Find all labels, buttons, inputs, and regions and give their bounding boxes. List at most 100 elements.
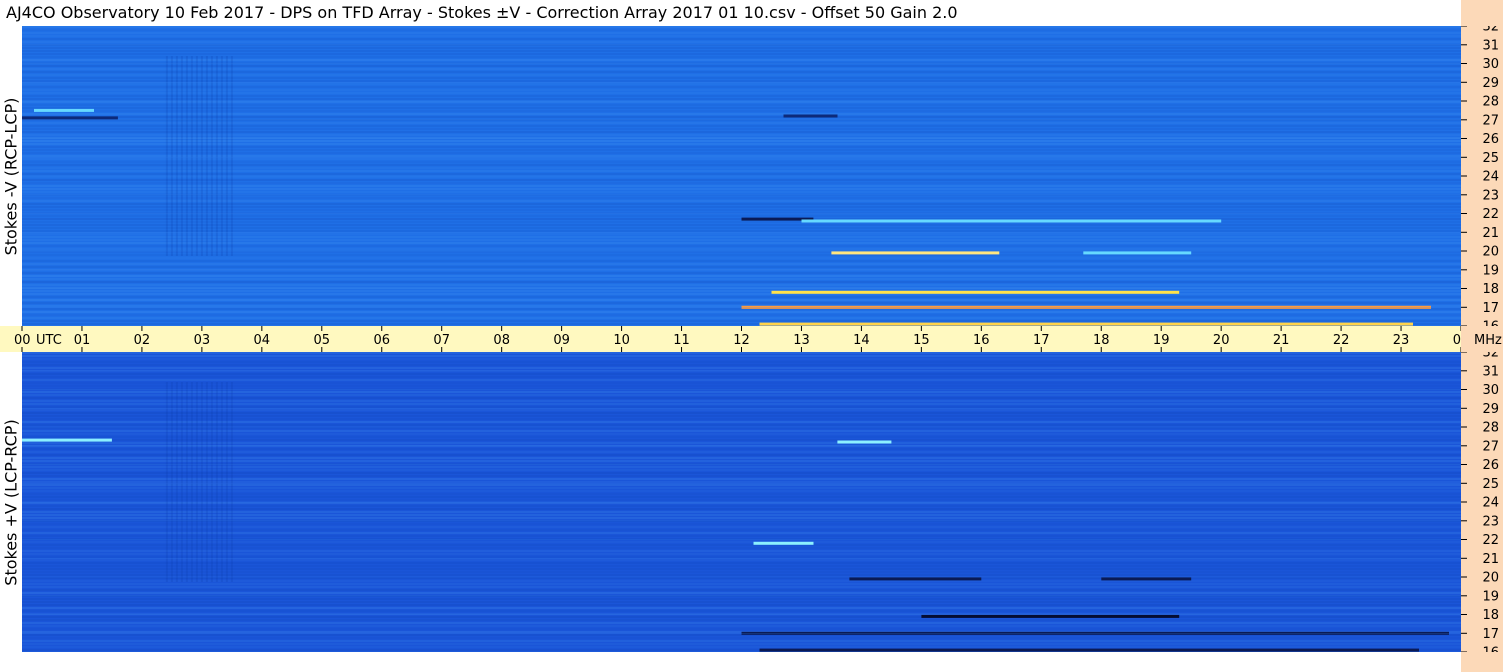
texture-row [22, 239, 1461, 241]
texture-row [22, 592, 1461, 594]
texture-row [22, 382, 1461, 384]
texture-row [22, 496, 1461, 498]
texture-row [22, 278, 1461, 280]
texture-row [22, 442, 1461, 444]
frequency-tick-label: 22 [1482, 533, 1499, 548]
emission-band [849, 577, 982, 581]
texture-row [22, 41, 1461, 43]
texture-row [22, 391, 1461, 393]
texture-row [22, 161, 1461, 163]
texture-row [22, 589, 1461, 591]
texture-row [22, 302, 1461, 304]
frequency-tick-label: 19 [1482, 589, 1499, 604]
time-tick-label: 21 [1273, 333, 1290, 348]
texture-row [22, 152, 1461, 154]
texture-row [22, 619, 1461, 621]
frequency-tick-label: 16 [1482, 646, 1499, 653]
texture-row [22, 511, 1461, 513]
texture-row [22, 146, 1461, 148]
frequency-tick-label: 30 [1482, 57, 1499, 72]
emission-band [753, 541, 814, 545]
time-tick-label: 10 [613, 333, 630, 348]
texture-row [22, 526, 1461, 528]
texture-row [22, 77, 1461, 79]
texture-row [22, 601, 1461, 603]
frequency-tick-label: 26 [1482, 132, 1499, 147]
emission-band [22, 116, 118, 120]
frequency-tick-label: 17 [1482, 627, 1499, 642]
texture-row [22, 158, 1461, 160]
texture-row [22, 394, 1461, 396]
texture-row [22, 505, 1461, 507]
texture-row [22, 433, 1461, 435]
texture-row [22, 607, 1461, 609]
texture-column [200, 382, 203, 582]
texture-row [22, 35, 1461, 37]
texture-row [22, 206, 1461, 208]
frequency-tick-label: 29 [1482, 76, 1499, 91]
chart-title: AJ4CO Observatory 10 Feb 2017 - DPS on T… [0, 0, 1461, 26]
texture-column [225, 56, 228, 256]
bottom-frequency-axis-svg: 32 31 30 29 28 27 26 25 24 23 22 21 20 19 18 17 16 [1461, 346, 1499, 661]
texture-column [230, 382, 233, 582]
emission-band [801, 219, 1222, 223]
texture-row [22, 254, 1461, 256]
texture-row [22, 131, 1461, 133]
time-tick-label: 09 [553, 333, 570, 348]
texture-row [22, 215, 1461, 217]
texture-row [22, 263, 1461, 265]
texture-row [22, 245, 1461, 247]
texture-row [22, 248, 1461, 250]
time-tick-label: 00 [14, 333, 31, 348]
frequency-tick-label: 22 [1482, 207, 1499, 222]
top-panel-label-text: Stokes -V (RCP-LCP) [1, 97, 21, 255]
texture-row [22, 568, 1461, 570]
texture-row [22, 230, 1461, 232]
texture-row [22, 59, 1461, 61]
emission-band [771, 290, 1180, 294]
stokes-plus-v-spectrogram [22, 352, 1461, 652]
time-tick-label: 16 [973, 333, 990, 348]
time-tick-label: 19 [1153, 333, 1170, 348]
frequency-unit-label: MHz [1474, 333, 1502, 348]
time-tick-label: 00 [1453, 333, 1461, 348]
texture-row [22, 517, 1461, 519]
frequency-tick-label: 28 [1482, 95, 1499, 110]
texture-column [225, 382, 228, 582]
texture-row [22, 562, 1461, 564]
texture-row [22, 89, 1461, 91]
texture-column [185, 56, 188, 256]
texture-column [200, 56, 203, 256]
texture-row [22, 364, 1461, 366]
texture-row [22, 466, 1461, 468]
time-tick-label: 03 [194, 333, 211, 348]
time-tick-label: 01 [74, 333, 91, 348]
time-tick-label: 11 [673, 333, 690, 348]
texture-row [22, 355, 1461, 357]
emission-band [1083, 251, 1192, 255]
texture-column [215, 56, 218, 256]
texture-row [22, 68, 1461, 70]
frequency-tick-label: 20 [1482, 245, 1499, 260]
texture-row [22, 514, 1461, 516]
texture-row [22, 439, 1461, 441]
texture-row [22, 182, 1461, 184]
texture-row [22, 140, 1461, 142]
time-tick-label: 13 [793, 333, 810, 348]
texture-column [180, 382, 183, 582]
texture-row [22, 367, 1461, 369]
frequency-tick-label: 32 [1482, 352, 1499, 361]
texture-row [22, 299, 1461, 301]
texture-row [22, 284, 1461, 286]
texture-row [22, 484, 1461, 486]
texture-row [22, 149, 1461, 151]
time-tick-label: 22 [1333, 333, 1350, 348]
time-unit-label: UTC [36, 333, 62, 348]
texture-row [22, 83, 1461, 85]
texture-column [220, 382, 223, 582]
texture-row [22, 209, 1461, 211]
texture-row [22, 409, 1461, 411]
texture-column [205, 382, 208, 582]
texture-row [22, 290, 1461, 292]
texture-row [22, 454, 1461, 456]
